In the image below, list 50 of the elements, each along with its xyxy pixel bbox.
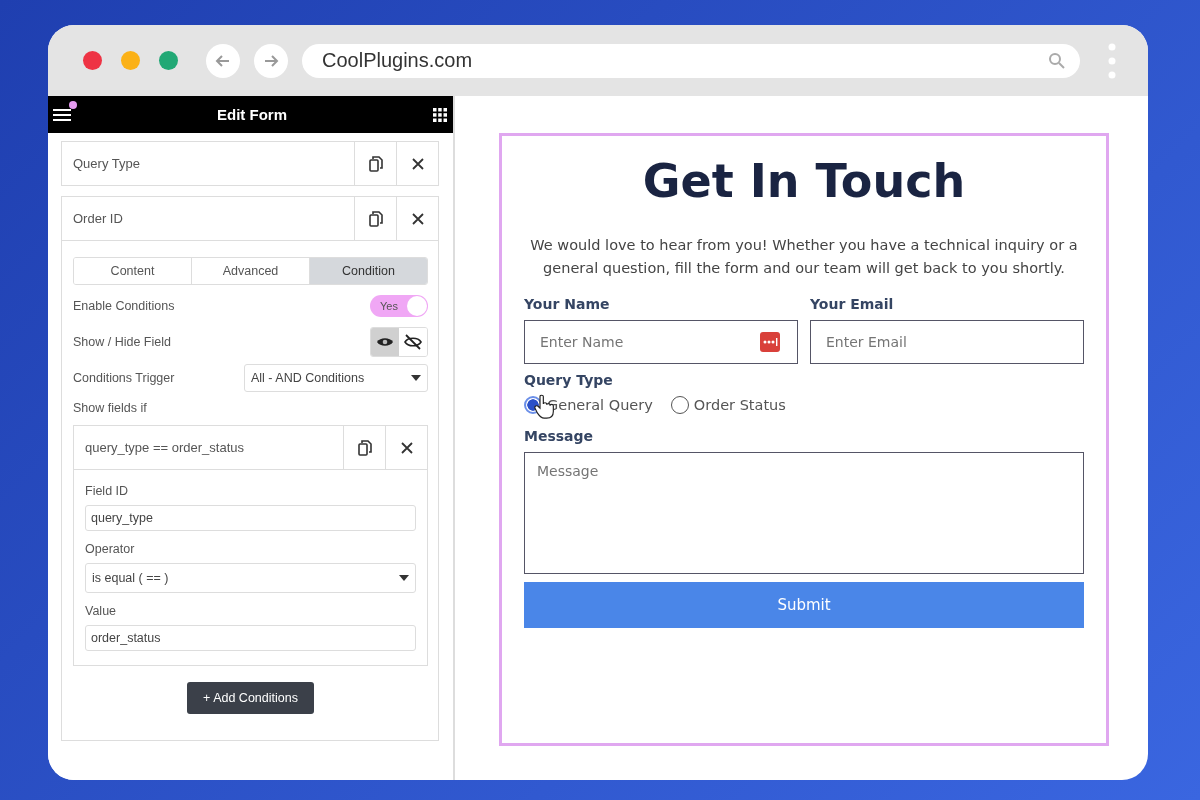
field-id-input[interactable]: query_type [85,505,416,531]
copy-icon [368,210,383,227]
notification-dot [69,100,77,109]
dropdown-caret-icon [411,375,421,381]
condition-title[interactable]: query_type == order_status [74,426,343,469]
toggle-switch[interactable]: Yes [370,295,428,317]
eye-slash-icon [404,334,422,350]
email-label: Your Email [810,296,895,312]
operator-select[interactable]: is equal ( == ) [85,563,416,593]
add-conditions-button[interactable]: + Add Conditions [187,682,314,714]
section-label: Show fields if [73,401,148,415]
forward-button[interactable] [254,43,288,78]
control-label: Conditions Trigger [73,371,175,385]
form-title: Get In Touch [641,154,967,208]
address-bar[interactable]: CoolPlugins.com [302,43,1080,78]
name-field[interactable]: Enter Name [524,320,798,364]
field-id-label: Field ID [85,484,130,498]
name-label: Your Name [524,296,611,312]
url-text: CoolPlugins.com [322,49,473,72]
field-title[interactable]: Query Type [62,142,354,185]
close-icon [411,157,424,170]
message-field[interactable]: Message [524,452,1084,574]
submit-button[interactable]: Submit [524,582,1084,628]
control-label: Enable Conditions [73,299,175,313]
dropdown-caret-icon [399,575,409,581]
message-label: Message [524,428,595,444]
menu-icon[interactable] [53,107,71,122]
editor-title: Edit Form [217,106,287,123]
close-icon [400,441,413,454]
operator-label: Operator [85,542,136,556]
close-icon [411,212,424,225]
password-manager-icon[interactable] [760,332,780,352]
email-field[interactable]: Enter Email [810,320,1084,364]
intro-text: We would love to hear from you! Whether you have a technical inquiry or a general question, fill the form and our team will get back to you shortly. [529,236,1079,278]
field-title[interactable]: Order ID [62,197,354,240]
back-button[interactable] [206,43,240,78]
value-label: Value [85,604,118,618]
control-label: Show / Hide Field [73,335,171,349]
close-window-icon[interactable] [83,51,102,70]
radio-option[interactable]: Order Status [670,396,786,414]
tab[interactable]: Content [74,258,192,284]
copy-icon [368,155,383,172]
tab[interactable]: Condition [310,258,427,284]
eye-icon [376,336,394,348]
show-button[interactable] [371,328,399,356]
copy-icon [357,439,372,456]
grid-icon[interactable] [433,107,447,122]
value-input[interactable]: order_status [85,625,416,651]
query-type-label: Query Type [524,372,614,388]
trigger-select[interactable]: All - AND Conditions [244,364,428,392]
